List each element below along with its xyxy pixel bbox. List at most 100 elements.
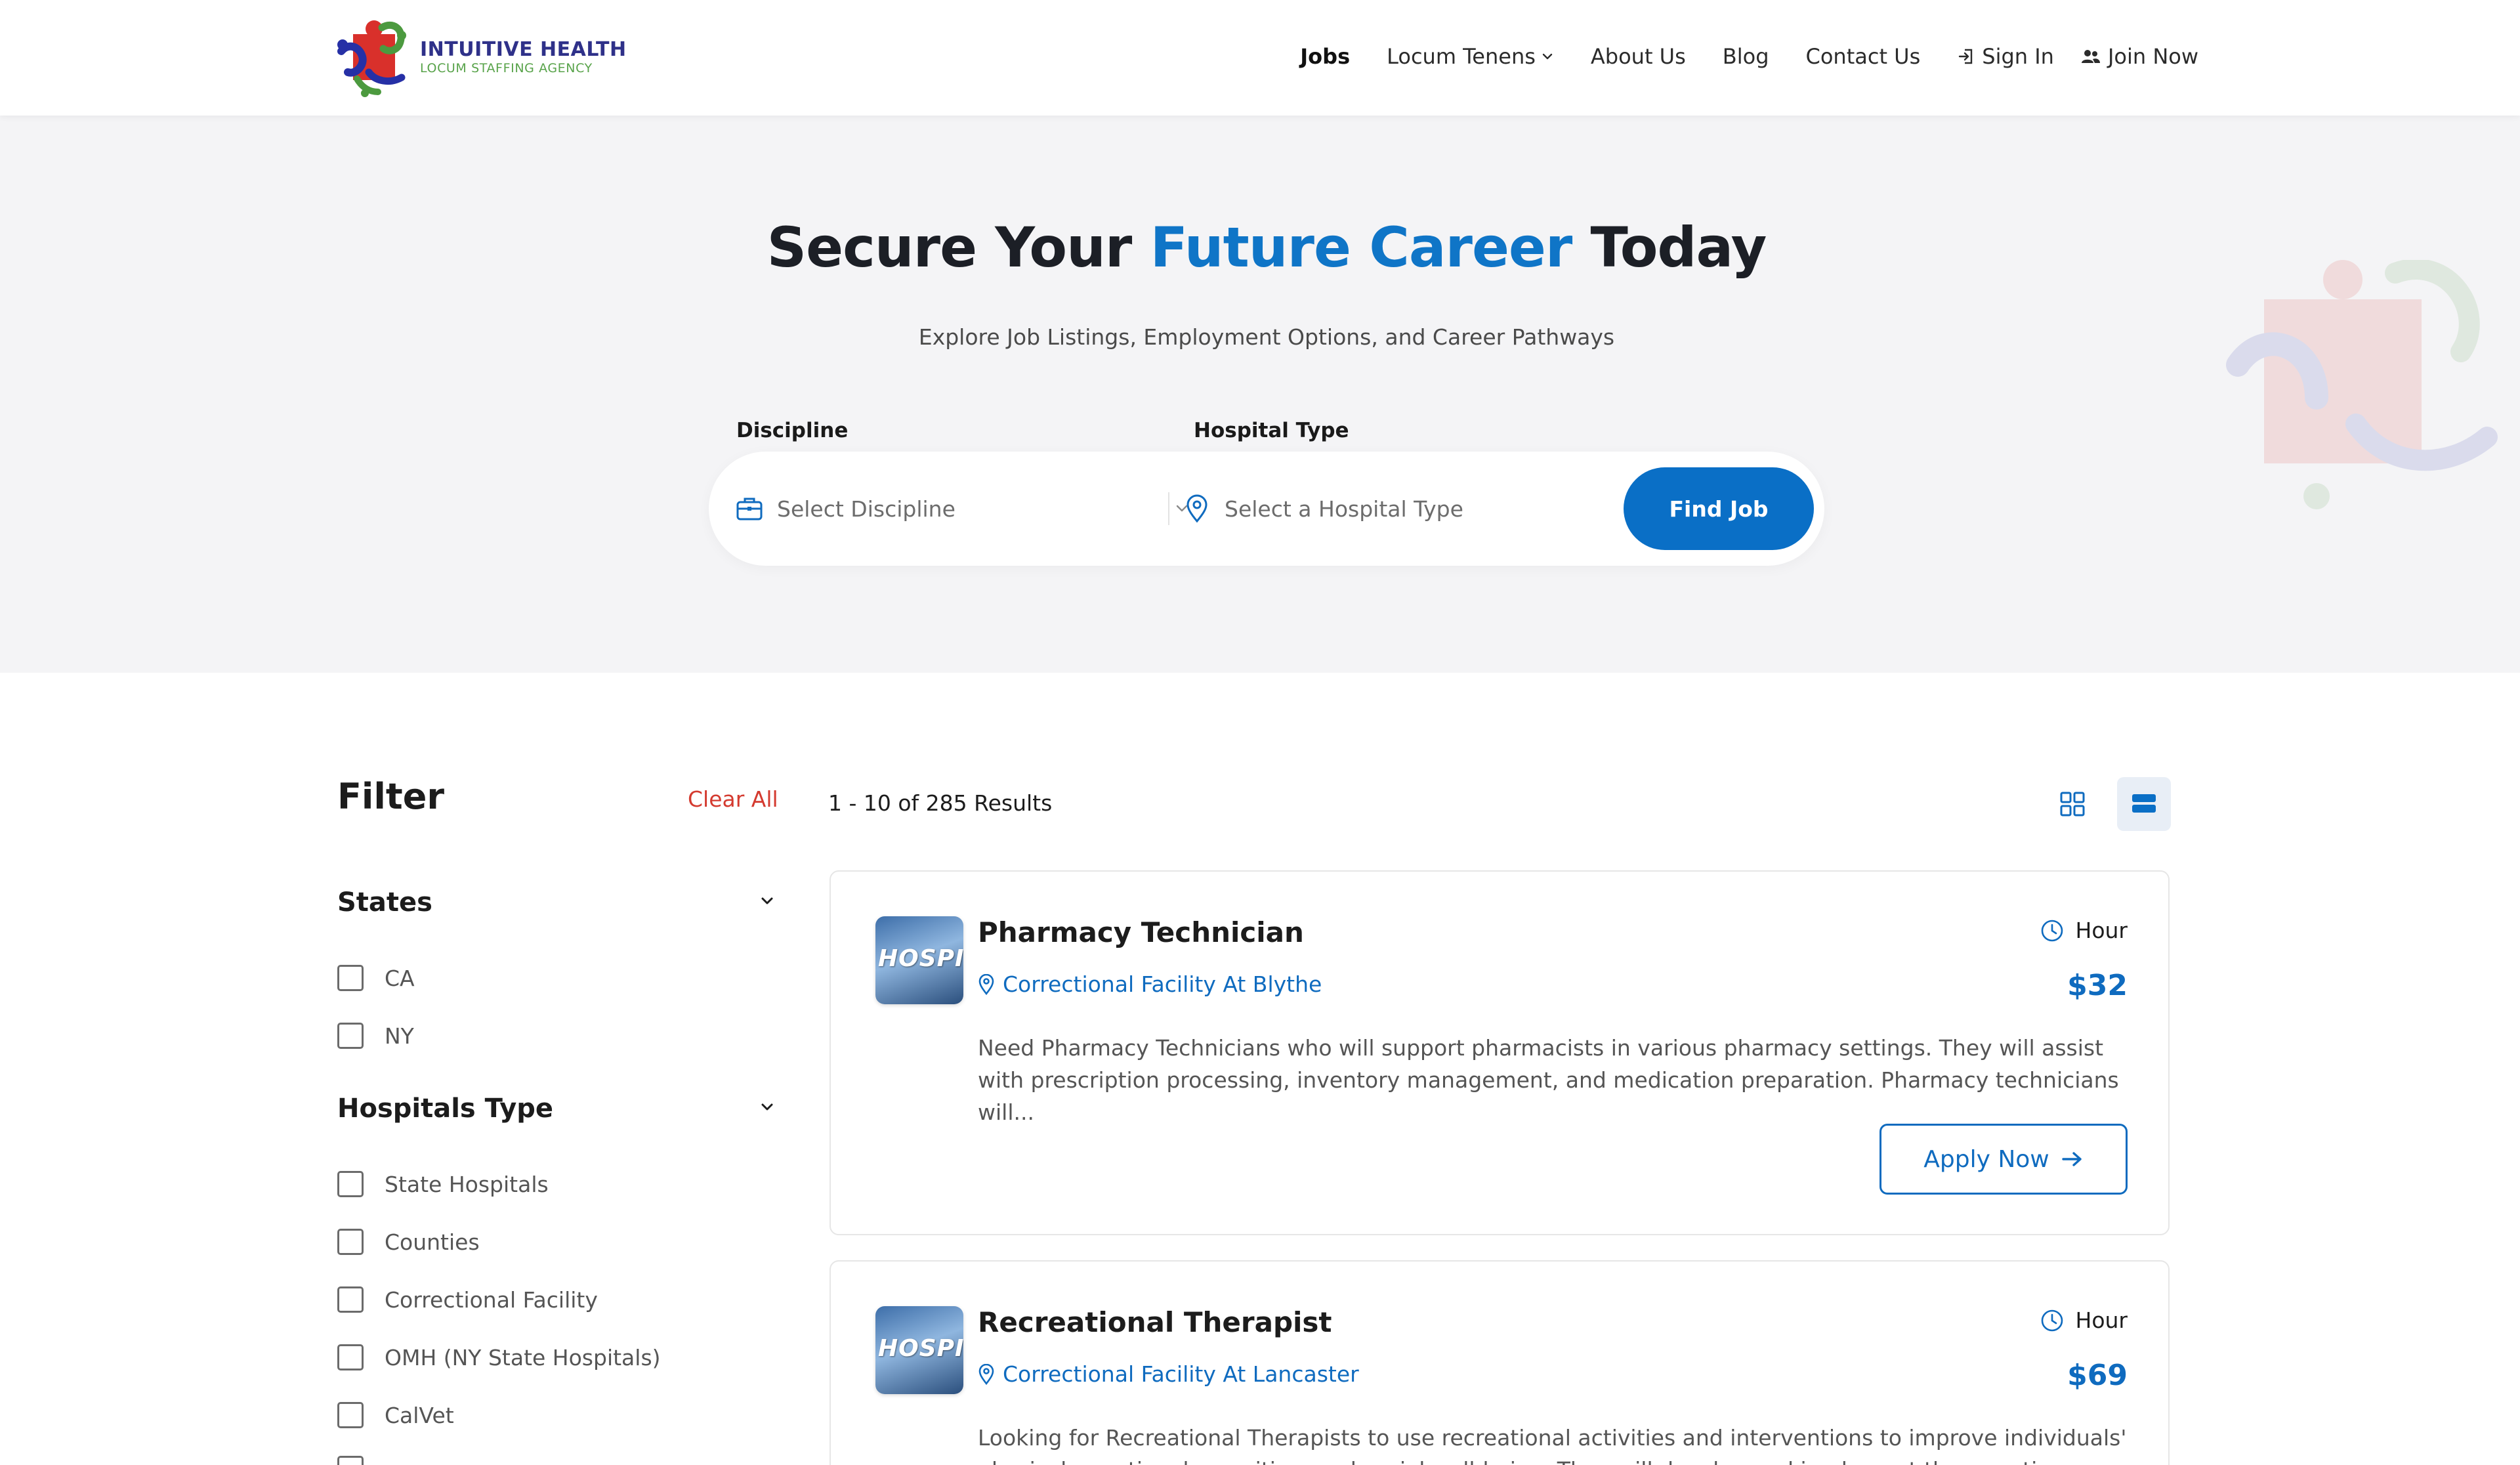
thumbnail-text: HOSPITA xyxy=(878,945,963,972)
filter-title: Filter xyxy=(337,776,444,817)
chevron-down-icon xyxy=(757,1097,777,1120)
states-group-header[interactable]: States xyxy=(337,887,777,918)
arrow-right-icon xyxy=(2061,1150,2084,1168)
job-period: Hour xyxy=(2040,1307,2128,1333)
site-header: INTUITIVE HEALTH LOCUM STAFFING AGENCY J… xyxy=(0,0,2520,116)
find-job-button[interactable]: Find Job xyxy=(1624,467,1814,550)
filter-option-counties[interactable]: Counties xyxy=(337,1229,480,1255)
job-description: Need Pharmacy Technicians who will suppo… xyxy=(978,1035,2119,1125)
filter-option-label: NY xyxy=(385,1023,414,1049)
job-period: Hour xyxy=(2040,918,2128,943)
filter-option-label: State Hospitals xyxy=(385,1171,549,1197)
job-period-label: Hour xyxy=(2075,1307,2128,1333)
discipline-select[interactable]: Select Discipline xyxy=(735,452,1208,566)
checkbox[interactable] xyxy=(337,1344,364,1370)
hero-subtitle: Explore Job Listings, Employment Options… xyxy=(918,324,1615,350)
clock-icon xyxy=(2040,1309,2064,1332)
job-description: Looking for Recreational Therapists to u… xyxy=(978,1425,2127,1465)
join-now-label: Join Now xyxy=(2107,44,2198,69)
nav-blog[interactable]: Blog xyxy=(1723,44,1769,69)
hero-section: Secure Your Future Career Today Explore … xyxy=(0,116,2520,673)
job-period-label: Hour xyxy=(2075,918,2128,943)
job-card[interactable]: HOSPITA Recreational Therapist Correctio… xyxy=(830,1260,2170,1465)
search-divider xyxy=(1168,492,1169,525)
nav-about-us[interactable]: About Us xyxy=(1591,44,1686,69)
checkbox[interactable] xyxy=(337,1456,364,1465)
checkbox[interactable] xyxy=(337,1171,364,1197)
sign-in-icon xyxy=(1957,47,1975,66)
list-icon xyxy=(2131,792,2157,817)
filter-option-label: Counties xyxy=(385,1229,480,1255)
filter-option-label: Correctional Facility xyxy=(385,1286,598,1313)
sign-in-link[interactable]: Sign In xyxy=(1957,44,2054,69)
hero-title-part1: Secure Your xyxy=(766,215,1150,280)
hero-title-accent: Future Career xyxy=(1150,215,1573,280)
hospital-type-label: Hospital Type xyxy=(1194,419,1349,442)
brand-name: INTUITIVE HEALTH xyxy=(420,38,627,61)
job-rate: $32 xyxy=(2067,969,2128,1002)
hospital-thumbnail: HOSPITA xyxy=(875,1306,963,1394)
filter-option-correctional-facility[interactable]: Correctional Facility xyxy=(337,1286,598,1313)
chevron-down-icon xyxy=(757,891,777,914)
filter-option-label: CA xyxy=(385,965,415,991)
results-count: 1 - 10 of 285 Results xyxy=(828,790,1053,816)
hero-title: Secure Your Future Career Today xyxy=(0,215,2520,280)
grid-icon xyxy=(2059,791,2086,819)
hospital-type-select[interactable]: Select a Hospital Type xyxy=(1183,452,1668,566)
clock-icon xyxy=(2040,919,2064,943)
hospital-type-select-value: Select a Hospital Type xyxy=(1225,496,1463,522)
clear-all-link[interactable]: Clear All xyxy=(688,786,778,812)
briefcase-icon xyxy=(735,494,764,523)
hero-title-part2: Today xyxy=(1572,215,1767,280)
checkbox[interactable] xyxy=(337,1286,364,1313)
checkbox[interactable] xyxy=(337,1229,364,1255)
location-pin-icon xyxy=(1183,494,1211,523)
job-card[interactable]: HOSPITA Pharmacy Technician Correctional… xyxy=(830,870,2170,1235)
users-icon xyxy=(2080,47,2101,66)
grid-view-button[interactable] xyxy=(2057,789,2088,820)
discipline-label: Discipline xyxy=(736,419,849,442)
chevron-down-icon xyxy=(1541,50,1554,63)
discipline-select-value: Select Discipline xyxy=(777,496,956,522)
filter-option-ny[interactable]: NY xyxy=(337,1023,414,1049)
main-nav: Jobs Locum Tenens About Us Blog Contact … xyxy=(1263,38,2198,75)
job-location-label: Correctional Facility At Blythe xyxy=(1003,971,1322,997)
filter-option-calvet[interactable]: CalVet xyxy=(337,1402,454,1428)
brand-tagline: LOCUM STAFFING AGENCY xyxy=(420,61,593,75)
job-location[interactable]: Correctional Facility At Lancaster xyxy=(978,1361,1359,1387)
nav-jobs[interactable]: Jobs xyxy=(1300,44,1350,69)
job-location[interactable]: Correctional Facility At Blythe xyxy=(978,971,1322,997)
sign-in-label: Sign In xyxy=(1982,44,2054,69)
join-now-link[interactable]: Join Now xyxy=(2080,44,2198,69)
job-title[interactable]: Pharmacy Technician xyxy=(978,916,1304,948)
job-title[interactable]: Recreational Therapist xyxy=(978,1306,1332,1338)
list-view-button[interactable] xyxy=(2117,777,2171,831)
apply-now-button[interactable]: Apply Now xyxy=(1880,1124,2128,1195)
puzzle-watermark-icon xyxy=(2225,259,2520,522)
location-pin-icon xyxy=(978,1363,995,1385)
nav-contact-us[interactable]: Contact Us xyxy=(1806,44,1921,69)
apply-now-label: Apply Now xyxy=(1923,1145,2049,1173)
job-location-label: Correctional Facility At Lancaster xyxy=(1003,1361,1359,1387)
filter-option-omh[interactable]: OMH (NY State Hospitals) xyxy=(337,1344,661,1370)
filter-option-ca[interactable]: CA xyxy=(337,965,415,991)
states-group-title: States xyxy=(337,887,432,918)
filter-option-label: CalVet xyxy=(385,1402,454,1428)
hospitals-type-group-header[interactable]: Hospitals Type xyxy=(337,1093,777,1124)
puzzle-logo-icon xyxy=(336,16,413,98)
job-search-bar: Select Discipline Select a Hospital Type… xyxy=(709,452,1824,566)
hospitals-type-group-title: Hospitals Type xyxy=(337,1093,554,1124)
location-pin-icon xyxy=(978,973,995,995)
checkbox[interactable] xyxy=(337,1023,364,1049)
checkbox[interactable] xyxy=(337,1402,364,1428)
nav-locum-tenens-label: Locum Tenens xyxy=(1387,44,1536,69)
filter-option-state-hospitals[interactable]: State Hospitals xyxy=(337,1171,549,1197)
nav-locum-tenens[interactable]: Locum Tenens xyxy=(1387,44,1554,69)
job-rate: $69 xyxy=(2067,1359,2128,1392)
hospital-thumbnail: HOSPITA xyxy=(875,916,963,1004)
checkbox[interactable] xyxy=(337,965,364,991)
filter-option-partial[interactable] xyxy=(337,1456,364,1465)
brand-logo[interactable]: INTUITIVE HEALTH LOCUM STAFFING AGENCY xyxy=(336,16,627,98)
filter-option-label: OMH (NY State Hospitals) xyxy=(385,1344,661,1370)
thumbnail-text: HOSPITA xyxy=(878,1335,963,1362)
